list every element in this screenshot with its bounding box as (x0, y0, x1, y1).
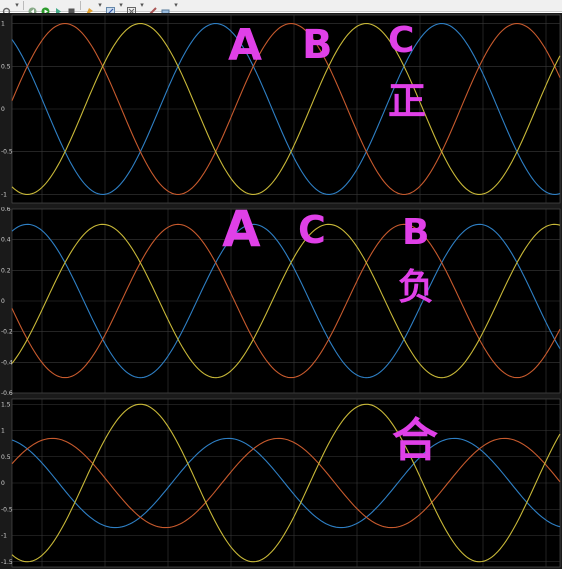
y-tick-label: 0 (1, 480, 5, 487)
run-icon[interactable] (41, 1, 50, 16)
y-tick-label: -1.5 (1, 559, 13, 566)
y-tick-label: 0.4 (1, 237, 11, 244)
y-tick-label: -0.6 (1, 390, 13, 397)
divider (23, 1, 24, 10)
y-tick-label: 0 (1, 106, 5, 113)
y-tick-label: 1 (1, 21, 5, 28)
annotation-top-c: C (388, 20, 415, 61)
autoscale-icon[interactable] (127, 1, 136, 16)
divider (80, 1, 81, 10)
annotation-mid-c: C (298, 208, 326, 252)
y-tick-label: -1 (1, 191, 7, 198)
annotation-mid-negative: 负 (398, 267, 435, 308)
annotation-mid-a: A (222, 200, 261, 258)
y-tick-label: -0.2 (1, 329, 13, 336)
scope-panel-3[interactable]: 1.5 1 0.5 0 -0.5 -1 -1.5 (0, 397, 562, 569)
annotation-bottom-total: 合 (392, 413, 438, 467)
y-tick-label: 1.5 (1, 401, 11, 408)
toolbar: ▾ ▾ ▾ ▾ ▾ (0, 0, 562, 16)
scope-window: ▾ ▾ ▾ ▾ ▾ 1 0.5 0 -0.5 -1 0.6 0.4 0.2 0 -0.2 -0.4… (0, 0, 562, 569)
scope-panel-1[interactable]: 1 0.5 0 -0.5 -1 (0, 13, 562, 207)
y-tick-label: 0 (1, 298, 5, 305)
step-back-icon[interactable] (28, 1, 37, 16)
annotation-top-a: A (228, 20, 263, 71)
highlight-icon[interactable] (85, 1, 94, 15)
y-tick-label: 0.5 (1, 454, 11, 461)
measure-icon[interactable] (148, 1, 157, 16)
y-tick-label: 0.2 (1, 267, 11, 274)
zoom-icon[interactable] (106, 1, 115, 16)
annotation-top-b: B (302, 22, 333, 68)
scope-panel-2[interactable]: 0.6 0.4 0.2 0 -0.2 -0.4 -0.6 (0, 207, 562, 397)
y-tick-label: -0.5 (1, 149, 13, 156)
chevron-down-icon[interactable]: ▾ (119, 1, 123, 10)
annotation-top-positive: 正 (388, 79, 427, 123)
y-tick-label: 0.6 (1, 207, 11, 213)
y-tick-label: -0.4 (1, 359, 13, 366)
annotation-mid-b: B (402, 212, 430, 253)
settings-icon[interactable] (2, 1, 11, 16)
y-tick-label: -1 (1, 533, 7, 540)
chevron-down-icon[interactable]: ▾ (140, 1, 144, 10)
y-tick-label: -0.5 (1, 506, 13, 513)
chevron-down-icon[interactable]: ▾ (174, 1, 178, 10)
stop-icon[interactable] (67, 1, 76, 15)
step-forward-icon[interactable] (54, 1, 63, 15)
brush-icon[interactable] (161, 1, 170, 16)
y-tick-label: 0.5 (1, 63, 11, 70)
chevron-down-icon[interactable]: ▾ (98, 1, 102, 10)
y-tick-label: 1 (1, 428, 5, 435)
chevron-down-icon[interactable]: ▾ (15, 1, 19, 10)
